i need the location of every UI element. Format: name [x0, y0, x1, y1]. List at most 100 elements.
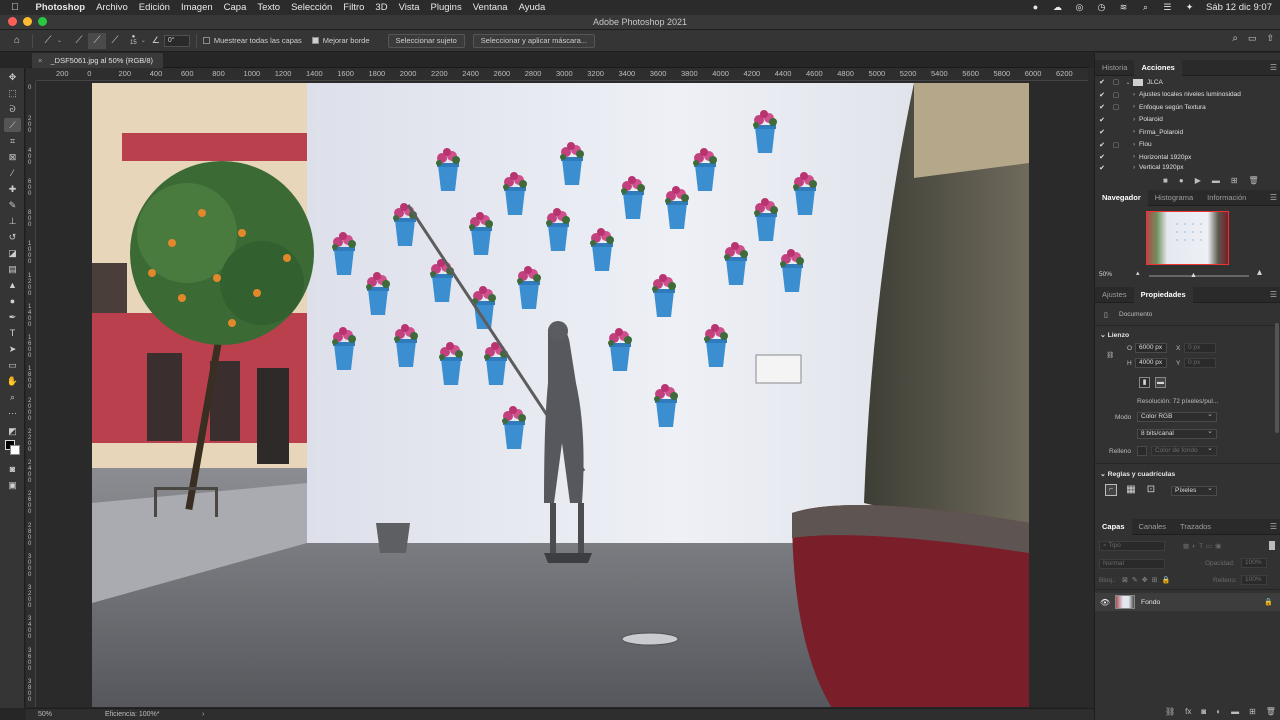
- select-and-mask-button[interactable]: Seleccionar y aplicar máscara...: [472, 33, 596, 48]
- healing-brush-tool-icon[interactable]: ✚: [4, 182, 21, 196]
- portrait-orientation-icon[interactable]: ▮: [1139, 377, 1150, 388]
- sample-all-layers-checkbox[interactable]: [202, 37, 210, 44]
- history-brush-tool-icon[interactable]: ↺: [4, 230, 21, 244]
- canvas-area[interactable]: [36, 81, 1088, 707]
- menu-edicion[interactable]: Edición: [133, 2, 175, 13]
- eyedropper-tool-icon[interactable]: ⁄: [4, 166, 21, 180]
- layer-name[interactable]: Fondo: [1141, 599, 1160, 606]
- new-selection-icon[interactable]: ⟋: [70, 33, 88, 49]
- time-machine-icon[interactable]: ◷: [1096, 3, 1107, 12]
- action-item[interactable]: ✔ ▢ › Flou: [1095, 139, 1280, 152]
- tab-acciones[interactable]: Acciones: [1134, 59, 1182, 76]
- navigator-zoom-out-icon[interactable]: ▴: [1136, 269, 1140, 277]
- path-selection-tool-icon[interactable]: ➤: [4, 342, 21, 356]
- brush-chevron-icon[interactable]: ⌄: [141, 37, 146, 44]
- vertical-ruler[interactable]: 0 2 0 0 4 0 0 6 0 0 8 0 0 1 0 0 0 1 2 0 0 1 4 0…: [26, 81, 36, 707]
- expand-chevron-icon[interactable]: ›: [1129, 117, 1139, 123]
- delete-layer-icon[interactable]: 🗑: [1266, 707, 1276, 719]
- filter-toggle-icon[interactable]: [1269, 541, 1275, 550]
- tab-navegador[interactable]: Navegador: [1095, 189, 1148, 206]
- tab-propiedades[interactable]: Propiedades: [1133, 286, 1193, 303]
- dialog-toggle-icon[interactable]: ▢: [1109, 103, 1123, 111]
- expand-chevron-icon[interactable]: ›: [1129, 142, 1139, 148]
- background-color-swatch[interactable]: [10, 445, 20, 455]
- toggle-check-icon[interactable]: ✔: [1095, 141, 1109, 149]
- menu-plugins[interactable]: Plugins: [425, 2, 467, 13]
- dialog-toggle-icon[interactable]: ▢: [1109, 141, 1123, 149]
- new-group-icon[interactable]: ▬: [1231, 707, 1239, 719]
- action-item[interactable]: ✔ ▢ › Ajustes locales niveles luminosida…: [1095, 89, 1280, 102]
- dialog-toggle-icon[interactable]: ▢: [1109, 91, 1123, 99]
- properties-scrollbar[interactable]: [1275, 323, 1279, 433]
- subtract-from-selection-icon[interactable]: ⟋: [106, 33, 124, 49]
- navigator-zoom-in-icon[interactable]: ▴: [1257, 267, 1262, 278]
- menu-capa[interactable]: Capa: [218, 2, 252, 13]
- tab-histograma[interactable]: Histograma: [1148, 190, 1200, 206]
- expand-chevron-icon[interactable]: ›: [1129, 154, 1139, 160]
- menu-filtro[interactable]: Filtro: [338, 2, 370, 13]
- layer-filter-icons[interactable]: ▦◐T▭▣: [1183, 542, 1224, 550]
- expand-chevron-icon[interactable]: ⌄: [1123, 79, 1133, 86]
- creative-cloud-icon[interactable]: ☁: [1052, 3, 1063, 12]
- menu-archivo[interactable]: Archivo: [91, 2, 134, 13]
- opacity-field[interactable]: 100%: [1241, 558, 1267, 568]
- brush-size-picker[interactable]: ● 15: [130, 34, 137, 47]
- quick-selection-tool-icon[interactable]: ⟋: [4, 118, 21, 132]
- search-icon[interactable]: ⌕: [1232, 33, 1238, 44]
- add-mask-icon[interactable]: ◙: [1201, 707, 1206, 719]
- document-tab[interactable]: × _DSF5061.jpg al 50% (RGB/8): [32, 53, 164, 68]
- horizontal-ruler[interactable]: 200 0 200 400 600 800 1000 1200 1400 1600 1800 2000…: [36, 68, 1088, 81]
- status-zoom[interactable]: 50%: [38, 711, 52, 718]
- canvas-width-field[interactable]: 6000 px: [1135, 343, 1167, 353]
- more-tools-icon[interactable]: ···: [4, 406, 21, 420]
- brush-tool-icon[interactable]: ✎: [4, 198, 21, 212]
- menu-imagen[interactable]: Imagen: [175, 2, 218, 13]
- crop-tool-icon[interactable]: ⌗: [4, 134, 21, 148]
- close-tab-icon[interactable]: ×: [38, 56, 42, 65]
- lasso-tool-icon[interactable]: ᘐ: [4, 102, 21, 116]
- menu-3d[interactable]: 3D: [370, 2, 393, 13]
- zoom-slider-thumb[interactable]: ▲: [1190, 272, 1197, 279]
- default-colors-icon[interactable]: ◩: [4, 424, 21, 438]
- toggle-check-icon[interactable]: ✔: [1095, 128, 1109, 136]
- type-tool-icon[interactable]: T: [4, 326, 21, 340]
- share-icon[interactable]: ⇧: [1266, 33, 1274, 44]
- blend-mode-select[interactable]: Normal: [1099, 559, 1165, 569]
- spotlight-search-icon[interactable]: ⌕: [1140, 3, 1151, 12]
- rulers-grids-section-header[interactable]: ⌄ Reglas y cuadrículas: [1100, 470, 1175, 478]
- expand-chevron-icon[interactable]: ›: [1129, 129, 1139, 135]
- canvas-y-field[interactable]: 0 px: [1184, 358, 1216, 368]
- stop-icon[interactable]: ■: [1163, 176, 1168, 188]
- lock-options-icons[interactable]: ⊠✎✥⊞🔒: [1122, 576, 1174, 584]
- eraser-tool-icon[interactable]: ◪: [4, 246, 21, 260]
- menu-seleccion[interactable]: Selección: [286, 2, 338, 13]
- navigator-zoom-slider[interactable]: ▲: [1149, 272, 1249, 279]
- toggle-check-icon[interactable]: ✔: [1095, 78, 1109, 86]
- layer-filter-select[interactable]: ⌕ Tipo: [1099, 541, 1165, 551]
- canvas-height-field[interactable]: 4000 px: [1135, 358, 1167, 368]
- toggle-check-icon[interactable]: ✔: [1095, 116, 1109, 124]
- action-item[interactable]: ✔ ▢ › Enfoque según Textura: [1095, 101, 1280, 114]
- status-chevron-icon[interactable]: ›: [202, 711, 204, 718]
- delete-icon[interactable]: 🗑: [1249, 176, 1259, 188]
- layer-style-icon[interactable]: fx: [1185, 707, 1191, 719]
- frame-tool-icon[interactable]: ⊠: [4, 150, 21, 164]
- navigator-zoom-value[interactable]: 50%: [1099, 271, 1112, 278]
- action-item[interactable]: ✔ › Firma_Polaroid: [1095, 126, 1280, 139]
- menu-ayuda[interactable]: Ayuda: [513, 2, 551, 13]
- wifi-icon[interactable]: ≋: [1118, 3, 1129, 12]
- expand-chevron-icon[interactable]: ›: [1129, 104, 1139, 110]
- tab-canales[interactable]: Canales: [1132, 519, 1174, 535]
- sample-all-layers-option[interactable]: Muestrear todas las capas: [202, 36, 302, 45]
- eye-icon[interactable]: 👁: [1095, 598, 1115, 607]
- panel-menu-icon[interactable]: ☰: [1270, 290, 1277, 299]
- select-subject-button[interactable]: Seleccionar sujeto: [387, 33, 465, 48]
- status-efficiency[interactable]: Eficiencia: 100%*: [105, 711, 159, 718]
- fill-select[interactable]: Color de fondo: [1151, 445, 1217, 456]
- ruler-toggle-icon[interactable]: ⌐: [1105, 484, 1117, 496]
- control-center-icon[interactable]: ☰: [1162, 3, 1173, 12]
- workspace-icon[interactable]: ▭: [1248, 33, 1257, 44]
- apple-icon[interactable]: : [0, 2, 30, 13]
- adjustment-layer-icon[interactable]: ◐: [1216, 707, 1221, 719]
- zoom-tool-icon[interactable]: ⌕: [4, 390, 21, 404]
